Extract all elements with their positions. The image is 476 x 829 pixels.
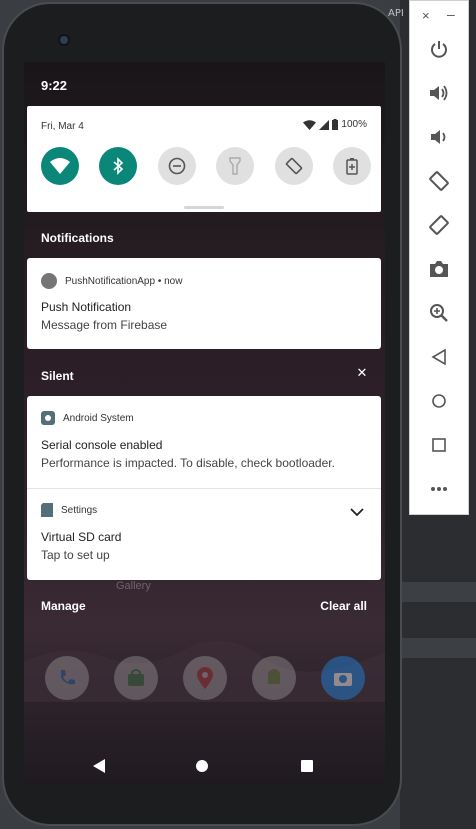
bluetooth-icon xyxy=(113,157,124,175)
manage-button[interactable]: Manage xyxy=(41,599,86,613)
ide-panel-row xyxy=(400,582,476,602)
ide-api-label: API xyxy=(388,8,404,19)
notification-title: Push Notification xyxy=(41,300,132,314)
do-not-disturb-icon xyxy=(168,157,186,175)
zoom-icon[interactable] xyxy=(427,301,451,325)
volume-up-icon[interactable] xyxy=(427,81,451,105)
quick-settings-tiles xyxy=(41,147,371,185)
qs-date: Fri, Mar 4 xyxy=(41,121,84,132)
notification-app-row: Settings xyxy=(41,503,97,517)
navigation-bar xyxy=(24,752,385,782)
back-icon[interactable] xyxy=(92,759,106,773)
notification-title: Virtual SD card xyxy=(41,530,122,544)
notification-app-name: Settings xyxy=(61,504,98,516)
notification-app-name: Android System xyxy=(63,412,134,424)
flashlight-icon xyxy=(229,157,241,175)
close-icon[interactable]: × xyxy=(422,8,430,23)
rotate-right-icon[interactable] xyxy=(427,213,451,237)
emulator-toolbar: × – xyxy=(409,0,469,515)
quick-settings-panel: Fri, Mar 4 100% xyxy=(27,106,381,212)
emulator-device-frame: 9:22 Fri, Mar 4 100% Notifications PushN… xyxy=(2,2,402,826)
more-icon[interactable] xyxy=(427,477,451,501)
silent-notifications-group: Android System Serial console enabled Pe… xyxy=(27,396,381,580)
push-notification-card[interactable]: PushNotificationApp • now Push Notificat… xyxy=(27,258,381,349)
bluetooth-tile[interactable] xyxy=(99,147,138,185)
android-system-icon xyxy=(41,411,55,425)
notification-title: Serial console enabled xyxy=(41,438,163,452)
back-icon[interactable] xyxy=(427,345,451,369)
battery-percent: 100% xyxy=(341,119,367,130)
screenshot-icon[interactable] xyxy=(427,257,451,281)
qs-status-icons: 100% xyxy=(303,119,367,130)
power-icon[interactable] xyxy=(427,37,451,61)
home-dock xyxy=(45,656,365,700)
notification-divider xyxy=(27,488,381,489)
camera-icon[interactable] xyxy=(321,656,365,700)
battery-icon xyxy=(332,119,339,130)
flashlight-tile[interactable] xyxy=(216,147,255,185)
phone-icon[interactable] xyxy=(45,656,89,700)
app-icon xyxy=(41,273,57,289)
rotate-left-icon[interactable] xyxy=(427,169,451,193)
home-button[interactable] xyxy=(196,760,208,772)
notification-app-row: PushNotificationApp • now xyxy=(41,273,182,289)
notification-app-meta: PushNotificationApp • now xyxy=(65,275,183,287)
notification-app-row: Android System xyxy=(41,411,134,425)
device-screen[interactable]: 9:22 Fri, Mar 4 100% Notifications PushN… xyxy=(24,62,385,785)
qs-drag-handle[interactable] xyxy=(184,206,224,209)
status-time: 9:22 xyxy=(41,78,68,93)
notification-text: Tap to set up xyxy=(41,548,110,562)
battery-saver-tile[interactable] xyxy=(332,147,371,185)
android-icon[interactable] xyxy=(252,656,296,700)
auto-rotate-tile[interactable] xyxy=(274,147,313,185)
wifi-tile[interactable] xyxy=(41,147,79,185)
battery-saver-icon xyxy=(346,158,358,175)
minimize-icon[interactable]: – xyxy=(447,6,455,22)
cell-signal-icon xyxy=(319,119,330,130)
auto-rotate-icon xyxy=(285,157,302,175)
wifi-icon xyxy=(50,158,70,174)
home-gallery-label: Gallery xyxy=(116,580,151,592)
ide-panel-row xyxy=(400,638,476,658)
settings-icon xyxy=(41,503,53,517)
wifi-signal-icon xyxy=(303,119,317,130)
maps-icon[interactable] xyxy=(183,656,227,700)
do-not-disturb-tile[interactable] xyxy=(157,147,196,185)
home-icon[interactable] xyxy=(427,389,451,413)
notification-text: Performance is impacted. To disable, che… xyxy=(41,456,335,470)
clear-all-button[interactable]: Clear all xyxy=(320,599,367,613)
notifications-header: Notifications xyxy=(41,231,114,245)
chevron-down-icon[interactable] xyxy=(349,506,365,518)
overview-icon[interactable] xyxy=(427,433,451,457)
close-icon[interactable]: ✕ xyxy=(355,366,369,380)
silent-header: Silent xyxy=(41,369,74,383)
volume-down-icon[interactable] xyxy=(427,125,451,149)
notification-text: Message from Firebase xyxy=(41,318,168,332)
store-icon[interactable] xyxy=(114,656,158,700)
recents-button[interactable] xyxy=(301,760,313,772)
front-camera xyxy=(58,34,70,46)
